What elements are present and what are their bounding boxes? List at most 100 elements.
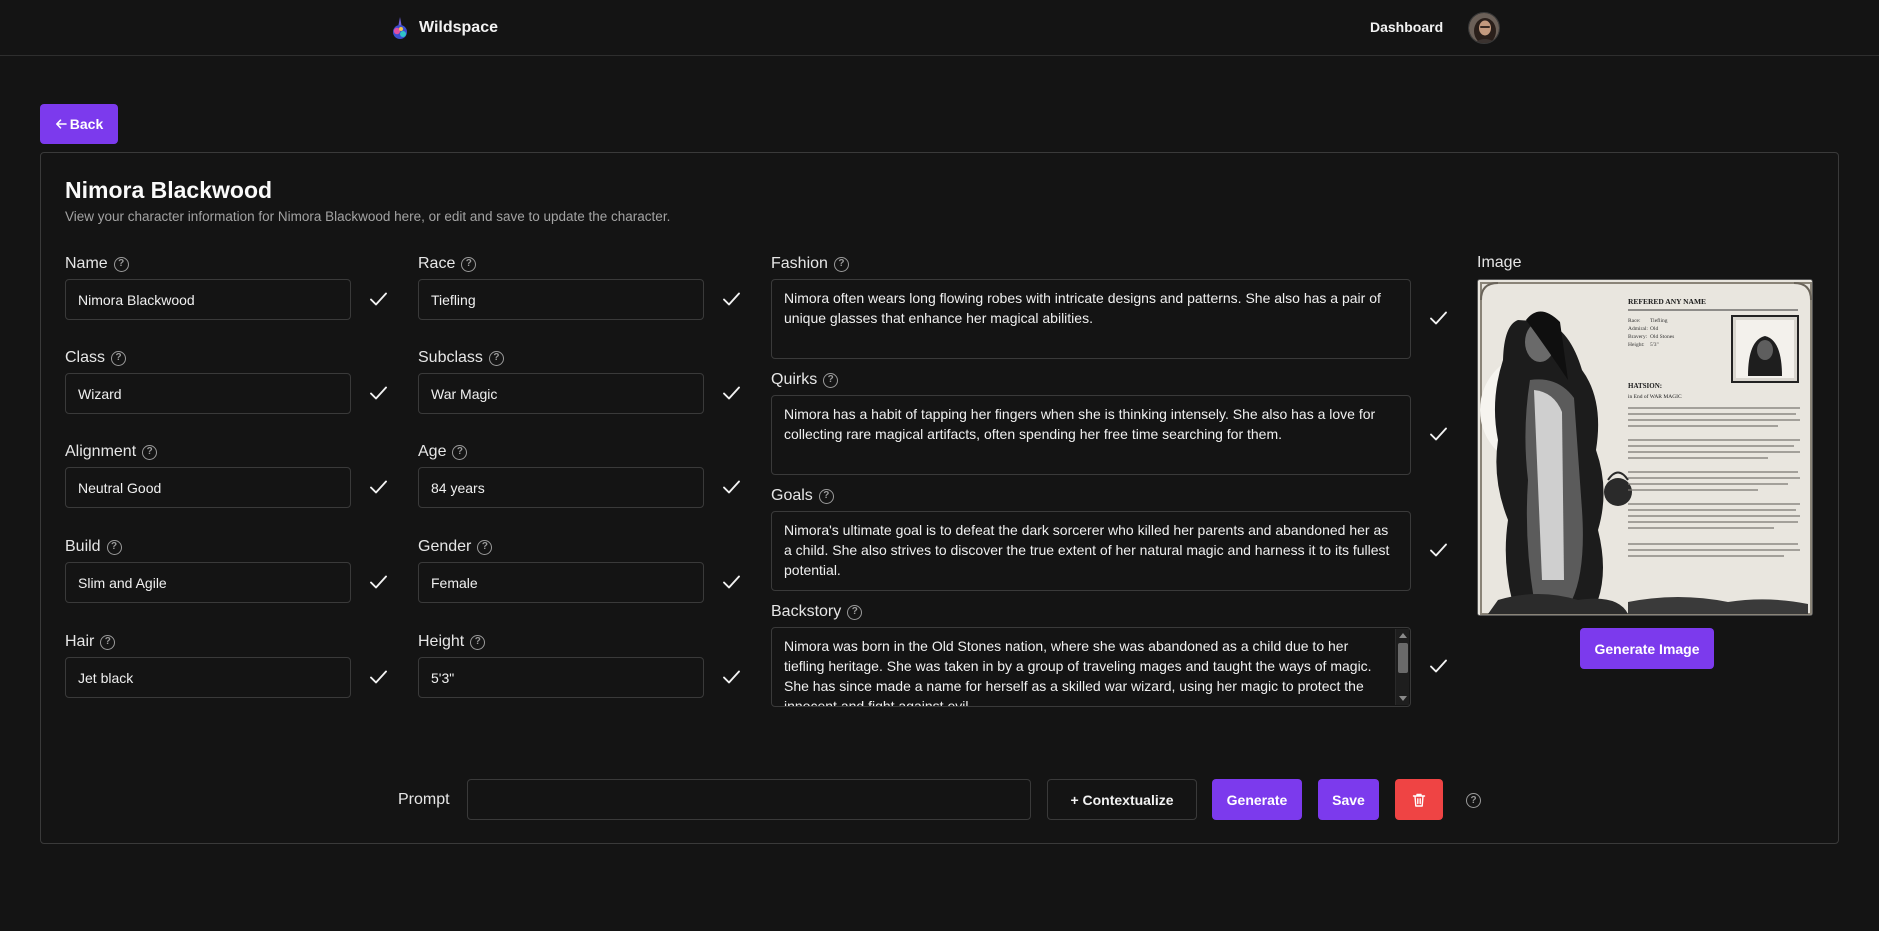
goals-textarea[interactable]: Nimora's ultimate goal is to defeat the … — [771, 511, 1411, 591]
help-icon[interactable]: ? — [470, 634, 486, 650]
brand[interactable]: Wildspace — [389, 16, 498, 40]
help-icon[interactable]: ? — [488, 350, 504, 366]
check-icon[interactable] — [367, 571, 389, 593]
page-description: View your character information for Nimo… — [65, 209, 671, 224]
help-icon[interactable]: ? — [1466, 793, 1481, 808]
check-icon[interactable] — [367, 476, 389, 498]
check-icon[interactable] — [1427, 307, 1449, 329]
sheet-row-label-2: Admiral: — [1628, 326, 1648, 332]
scroll-thumb[interactable] — [1398, 643, 1408, 673]
check-icon[interactable] — [720, 288, 742, 310]
sheet-row-label-1: Race: — [1628, 318, 1641, 324]
goals-label: Goals — [771, 487, 813, 504]
age-field: Age? 84 years — [418, 442, 740, 508]
app-name: Wildspace — [419, 19, 498, 36]
class-input[interactable]: Wizard — [65, 373, 351, 414]
alignment-label: Alignment — [65, 443, 137, 460]
check-icon[interactable] — [367, 382, 389, 404]
page-title: Nimora Blackwood — [65, 177, 273, 203]
subclass-label: Subclass — [418, 349, 483, 366]
check-icon[interactable] — [720, 666, 742, 688]
wildspace-logo-icon — [393, 17, 407, 39]
quirks-field: Quirks? Nimora has a habit of tapping he… — [771, 370, 1447, 475]
character-card: Nimora Blackwood View your character inf… — [40, 152, 1839, 844]
help-icon[interactable]: ? — [477, 539, 493, 555]
sheet-row-value-2: Old — [1650, 326, 1659, 332]
sheet-subsection: in End of WAR MAGIC — [1628, 393, 1682, 400]
sheet-heading: REFERED ANY NAME — [1628, 297, 1706, 306]
prompt-input[interactable] — [467, 779, 1031, 820]
help-icon[interactable]: ? — [100, 634, 116, 650]
subclass-field: Subclass? War Magic — [418, 348, 740, 414]
check-icon[interactable] — [367, 666, 389, 688]
delete-button[interactable] — [1395, 779, 1443, 820]
help-icon[interactable]: ? — [142, 444, 158, 460]
sheet-row-label-4: Height: — [1628, 342, 1645, 348]
build-input[interactable]: Slim and Agile — [65, 562, 351, 603]
sheet-row-value-1: Tiefling — [1650, 317, 1668, 324]
quirks-textarea[interactable]: Nimora has a habit of tapping her finger… — [771, 395, 1411, 475]
check-icon[interactable] — [367, 288, 389, 310]
arrow-left-icon — [55, 119, 67, 129]
alignment-input[interactable]: Neutral Good — [65, 467, 351, 508]
race-input[interactable]: Tiefling — [418, 279, 704, 320]
gender-label: Gender — [418, 538, 472, 555]
character-image: REFERED ANY NAME Race: Tiefling Admiral:… — [1477, 279, 1813, 616]
contextualize-button[interactable]: + Contextualize — [1047, 779, 1197, 820]
help-icon[interactable]: ? — [113, 256, 129, 272]
save-button[interactable]: Save — [1318, 779, 1379, 820]
check-icon[interactable] — [720, 476, 742, 498]
hair-input[interactable]: Jet black — [65, 657, 351, 698]
build-label: Build — [65, 538, 101, 555]
generate-button[interactable]: Generate — [1212, 779, 1302, 820]
build-field: Build? Slim and Agile — [65, 537, 387, 603]
age-input[interactable]: 84 years — [418, 467, 704, 508]
backstory-field: Backstory? Nimora was born in the Old St… — [771, 602, 1447, 707]
race-label: Race — [418, 255, 456, 272]
check-icon[interactable] — [720, 382, 742, 404]
help-icon[interactable]: ? — [818, 488, 834, 504]
generate-image-button[interactable]: Generate Image — [1580, 628, 1714, 669]
name-label: Name — [65, 255, 108, 272]
backstory-text: Nimora was born in the Old Stones nation… — [784, 638, 1372, 707]
name-field: Name? Nimora Blackwood — [65, 254, 387, 320]
backstory-scrollbar[interactable] — [1395, 629, 1409, 705]
check-icon[interactable] — [1427, 423, 1449, 445]
height-input[interactable]: 5'3" — [418, 657, 704, 698]
check-icon[interactable] — [1427, 539, 1449, 561]
subclass-input[interactable]: War Magic — [418, 373, 704, 414]
hair-label: Hair — [65, 633, 95, 650]
quirks-label: Quirks — [771, 371, 818, 388]
race-field: Race? Tiefling — [418, 254, 740, 320]
check-icon[interactable] — [1427, 655, 1449, 677]
top-navbar: Wildspace Dashboard — [0, 0, 1879, 56]
help-icon[interactable]: ? — [833, 256, 849, 272]
avatar[interactable] — [1468, 12, 1500, 44]
name-input[interactable]: Nimora Blackwood — [65, 279, 351, 320]
class-field: Class? Wizard — [65, 348, 387, 414]
backstory-textarea[interactable]: Nimora was born in the Old Stones nation… — [771, 627, 1411, 707]
check-icon[interactable] — [720, 571, 742, 593]
help-icon[interactable]: ? — [823, 372, 839, 388]
fashion-textarea[interactable]: Nimora often wears long flowing robes wi… — [771, 279, 1411, 359]
goals-field: Goals? Nimora's ultimate goal is to defe… — [771, 486, 1447, 591]
height-label: Height — [418, 633, 465, 650]
scroll-up-arrow-icon[interactable] — [1399, 633, 1407, 638]
help-icon[interactable]: ? — [452, 444, 468, 460]
avatar-image — [1469, 13, 1499, 43]
sheet-section: HATSION: — [1628, 382, 1662, 390]
nav-dashboard-link[interactable]: Dashboard — [1370, 19, 1443, 35]
help-icon[interactable]: ? — [106, 539, 122, 555]
age-label: Age — [418, 443, 447, 460]
fashion-field: Fashion? Nimora often wears long flowing… — [771, 254, 1447, 359]
help-icon[interactable]: ? — [847, 604, 863, 620]
gender-input[interactable]: Female — [418, 562, 704, 603]
help-icon[interactable]: ? — [461, 256, 477, 272]
alignment-field: Alignment? Neutral Good — [65, 442, 387, 508]
back-button[interactable]: Back — [40, 104, 118, 144]
scroll-down-arrow-icon[interactable] — [1399, 696, 1407, 701]
help-icon[interactable]: ? — [111, 350, 127, 366]
sheet-row-label-3: Bravery: — [1628, 334, 1648, 340]
hair-field: Hair? Jet black — [65, 632, 387, 698]
trash-icon — [1412, 793, 1426, 807]
